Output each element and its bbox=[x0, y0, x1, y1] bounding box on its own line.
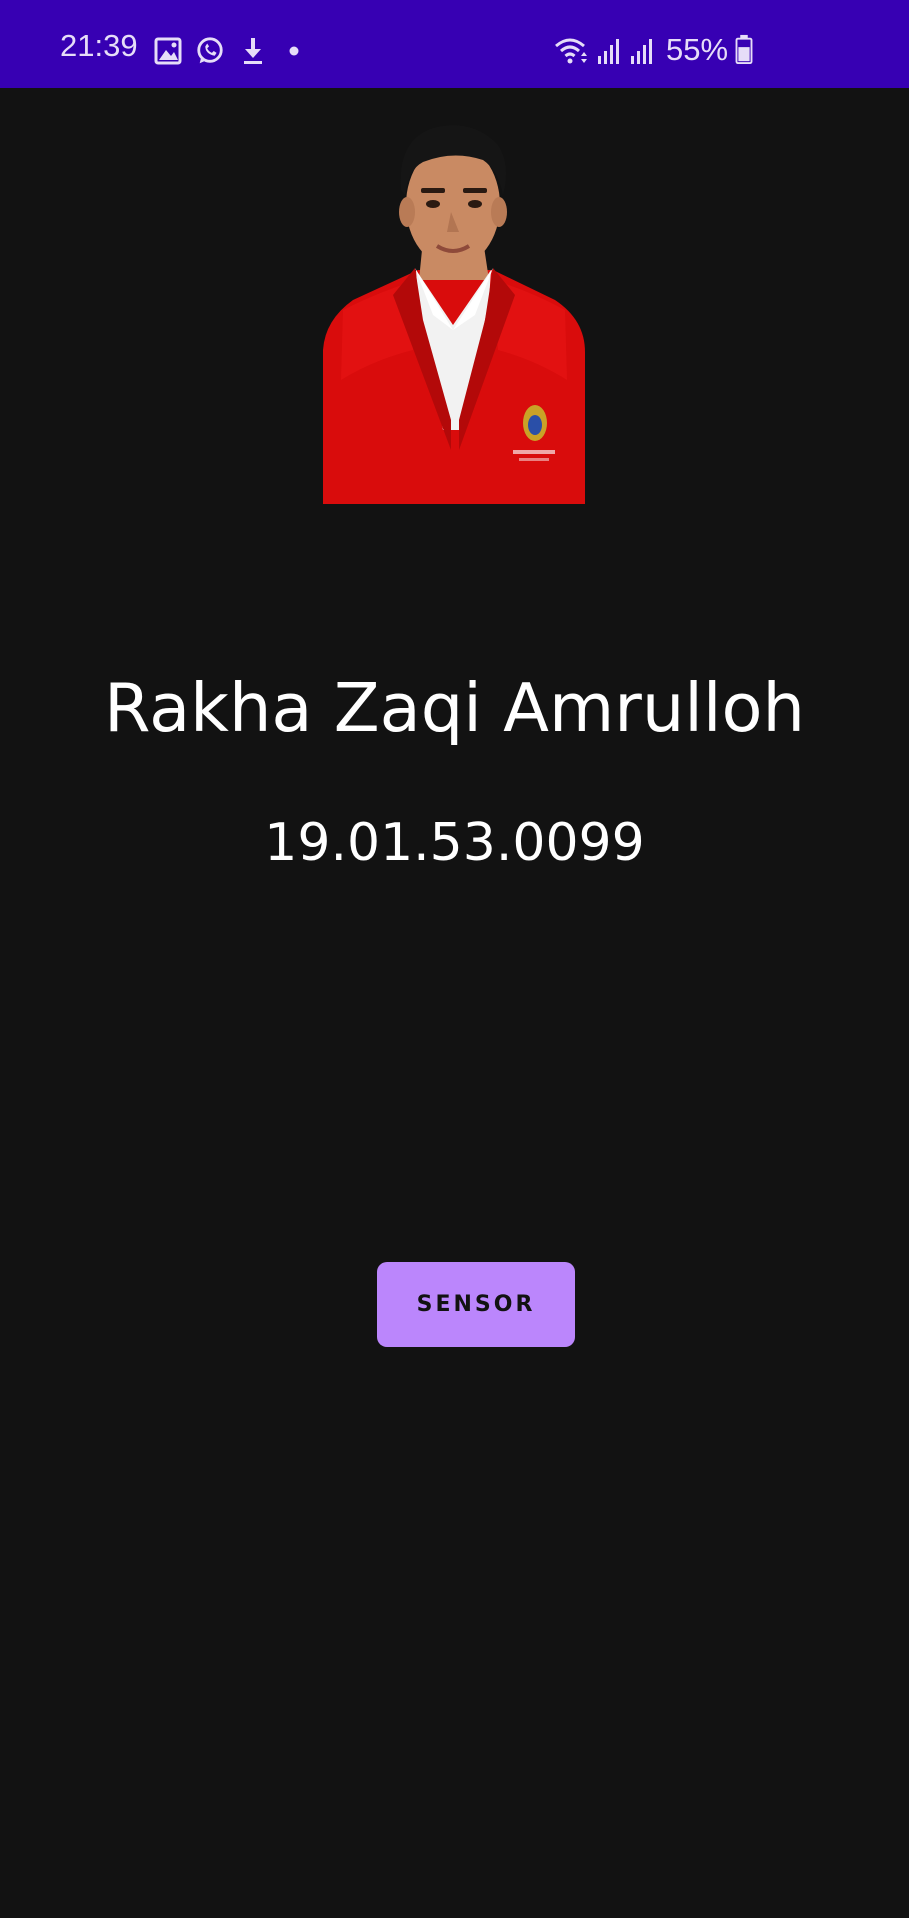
app-screen: 21:39 55% Rakha Zaqi Amrulloh 19.01.53.0… bbox=[0, 0, 909, 1918]
status-bar: 21:39 55% bbox=[0, 0, 909, 88]
gallery-icon bbox=[154, 37, 182, 65]
whatsapp-icon bbox=[197, 37, 223, 64]
battery-icon bbox=[735, 34, 753, 64]
profile-name: Rakha Zaqi Amrulloh bbox=[104, 669, 805, 747]
download-icon bbox=[244, 38, 262, 64]
sensor-button[interactable]: SENSOR bbox=[377, 1262, 575, 1347]
profile-photo bbox=[323, 125, 585, 504]
status-time: 21:39 bbox=[60, 28, 138, 63]
student-id: 19.01.53.0099 bbox=[264, 813, 645, 873]
dot-icon bbox=[289, 46, 299, 56]
signal-icon bbox=[598, 39, 619, 64]
battery-percentage: 55% bbox=[666, 32, 729, 67]
wifi-icon bbox=[555, 38, 587, 64]
signal-icon bbox=[631, 39, 652, 64]
